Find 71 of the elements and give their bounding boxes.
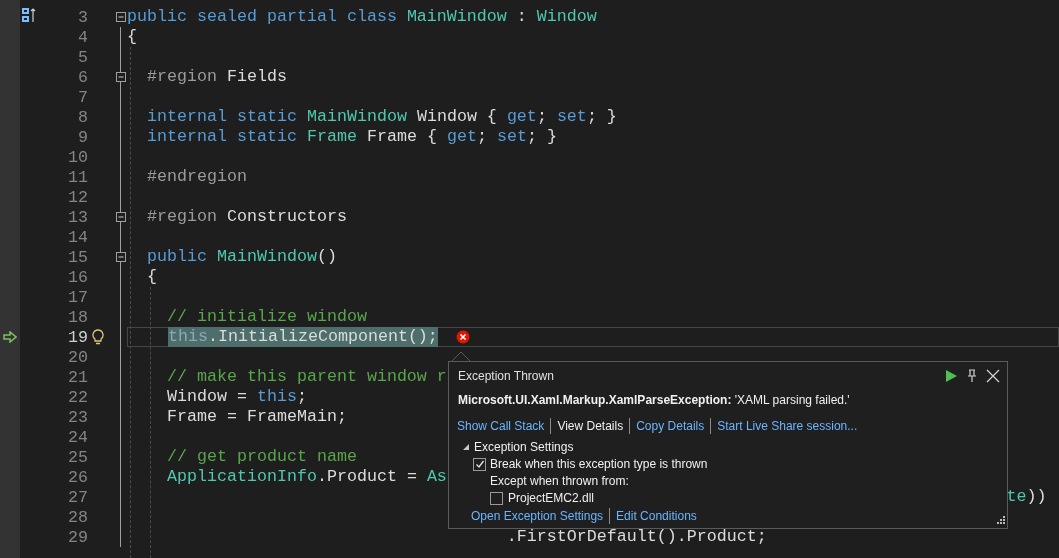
line-number: 21 [68, 368, 88, 387]
code-line: // initialize window [167, 307, 367, 327]
code-line: // get product name [167, 447, 357, 467]
action-link[interactable]: Start Live Share session... [717, 418, 858, 434]
line-number: 8 [78, 108, 88, 127]
line-number: 16 [68, 268, 88, 287]
code-line: internal static Frame Frame { get; set; } [147, 127, 557, 147]
code-line: te)) [1006, 487, 1047, 507]
collapse-icon[interactable] [116, 71, 127, 83]
line-number: 29 [68, 528, 88, 547]
code-line: { [127, 27, 137, 47]
code-line: // make this parent window r [167, 367, 447, 387]
action-link[interactable]: Copy Details [636, 418, 705, 434]
code-line: .FirstOrDefault().Product; [506, 527, 767, 547]
settings-heading: Exception Settings [474, 439, 574, 455]
line-number: 25 [68, 448, 88, 467]
line-number: 27 [68, 488, 88, 507]
collapse-icon[interactable] [116, 251, 127, 263]
pin-icon[interactable] [966, 368, 978, 383]
line-number: 5 [78, 48, 88, 67]
code-line: #region Constructors [147, 207, 347, 227]
code-line: { [147, 267, 157, 287]
checkbox[interactable] [473, 457, 486, 471]
resize-grip-icon[interactable] [995, 516, 1005, 526]
code-line: internal static MainWindow Window { get; set; } [147, 107, 617, 127]
line-number: 9 [78, 128, 88, 147]
line-number: 10 [68, 148, 88, 167]
line-number: 17 [68, 288, 88, 307]
action-button[interactable]: View Details [557, 418, 624, 434]
line-number: 20 [68, 348, 88, 367]
code-line: Frame = FrameMain; [167, 407, 347, 427]
code-line: Window = this; [167, 387, 307, 407]
checkbox-label: Break when this exception type is thrown [490, 456, 708, 472]
popup-title: Exception Thrown [458, 368, 554, 384]
code-line: #endregion [147, 167, 247, 187]
line-number: 24 [68, 428, 88, 447]
collapse-icon[interactable] [116, 211, 127, 223]
lightbulb-icon[interactable] [92, 329, 104, 345]
line-number: 14 [68, 228, 88, 247]
line-number: 15 [68, 248, 88, 267]
collapse-icon[interactable] [116, 11, 127, 23]
line-number: 13 [68, 208, 88, 227]
code-line: public MainWindow() [147, 247, 337, 267]
code-line: #region Fields [147, 67, 287, 87]
line-number: 28 [68, 508, 88, 527]
checkbox[interactable] [490, 491, 503, 505]
line-number: 26 [68, 468, 88, 487]
line-number: 18 [68, 308, 88, 327]
close-icon[interactable] [986, 368, 1000, 383]
except-label: Except when thrown from: [490, 474, 629, 488]
line-number: 12 [68, 188, 88, 207]
current-statement-icon [3, 331, 17, 343]
settings-link[interactable]: Edit Conditions [616, 508, 697, 524]
line-number: 11 [68, 168, 88, 187]
checkbox-label: ProjectEMC2.dll [508, 490, 595, 506]
exception-message: Microsoft.UI.Xaml.Markup.XamlParseException: 'XAML parsing failed.' [458, 392, 851, 408]
sync-icon[interactable] [21, 7, 37, 23]
line-number: 7 [78, 88, 88, 107]
line-number: 6 [78, 68, 88, 87]
line-number: 4 [78, 28, 88, 47]
settings-link[interactable]: Open Exception Settings [471, 508, 604, 524]
expand-triangle-icon[interactable] [462, 443, 470, 451]
code-line: public sealed partial class MainWindow : Window [127, 7, 597, 27]
action-link[interactable]: Show Call Stack [457, 418, 545, 434]
line-number: 23 [68, 408, 88, 427]
play-icon[interactable] [945, 368, 958, 383]
line-number: 19 [68, 328, 88, 347]
line-number: 22 [68, 388, 88, 407]
code-line: ApplicationInfo.Product = As [167, 467, 447, 487]
error-icon[interactable] [455, 330, 470, 344]
line-number: 3 [78, 8, 88, 27]
